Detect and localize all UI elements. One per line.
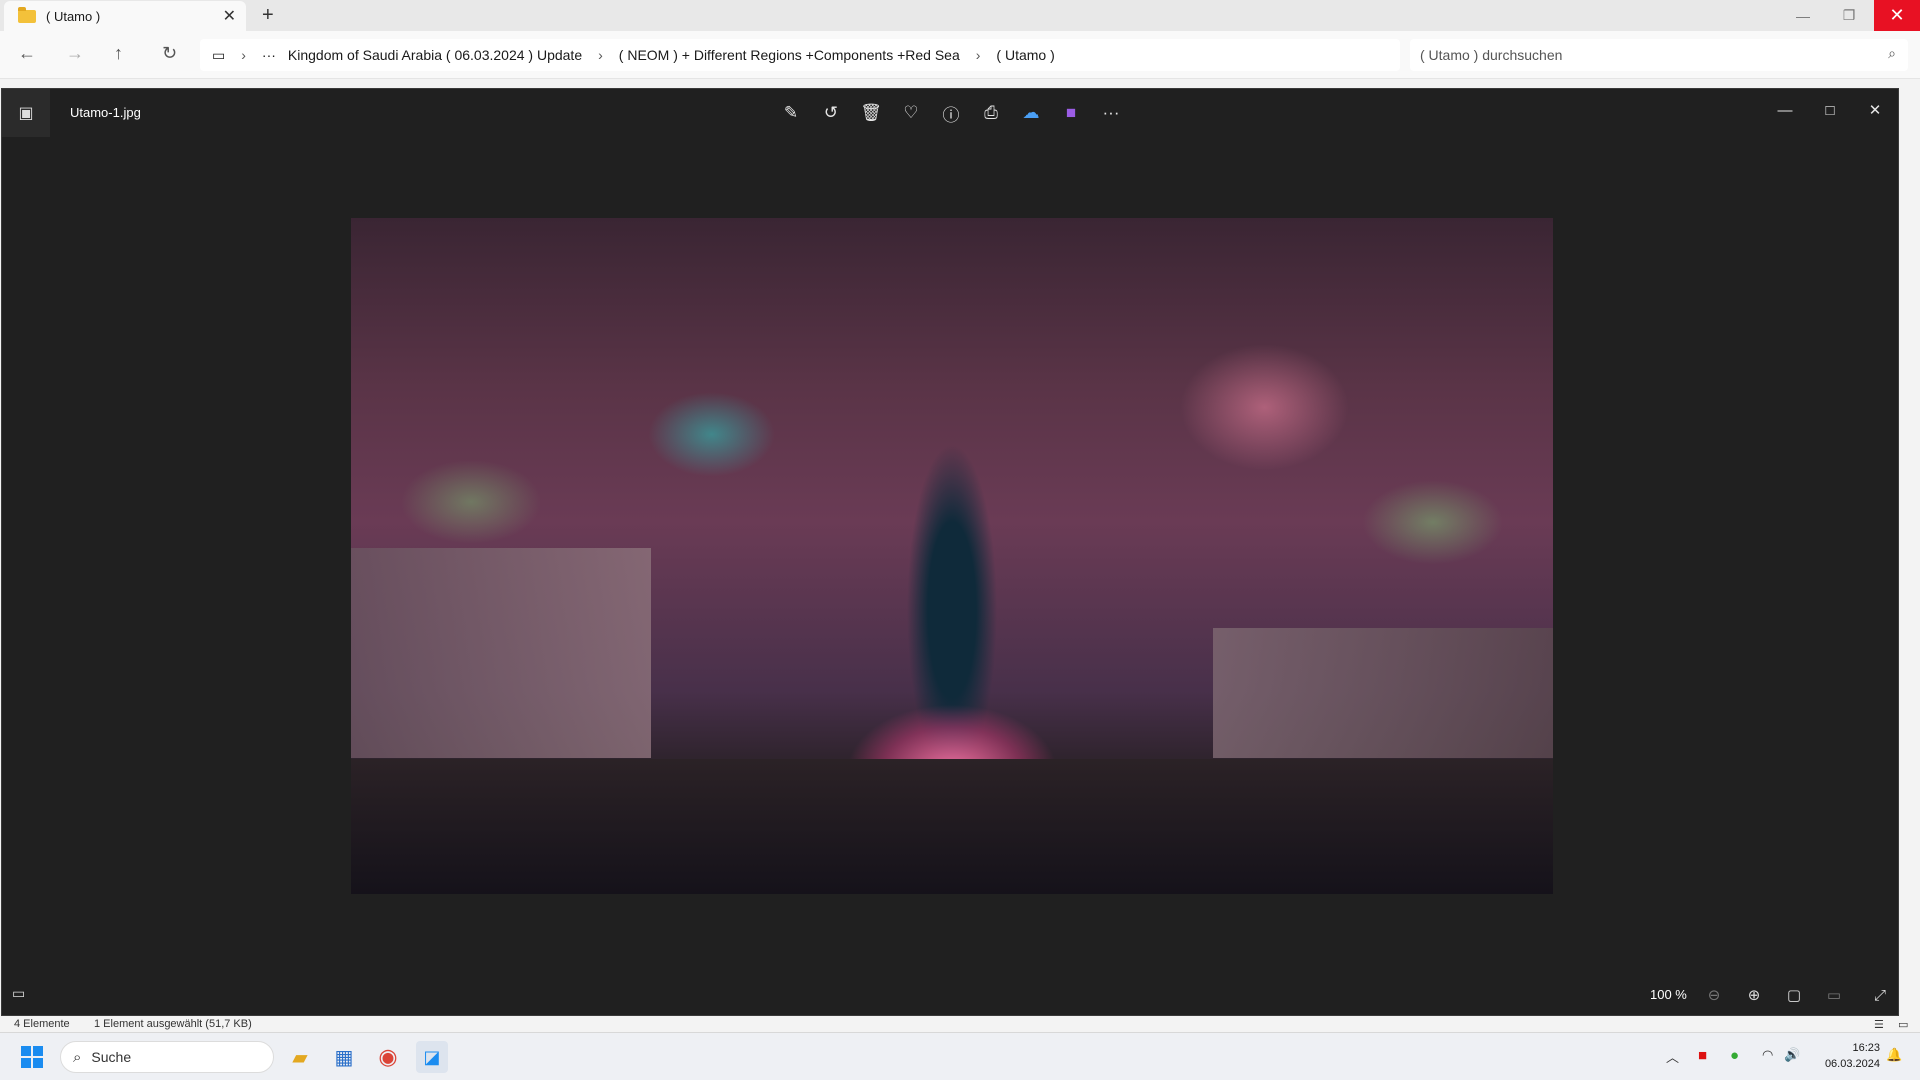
fullscreen-icon[interactable]: ⤢ <box>1868 983 1892 1007</box>
breadcrumb[interactable]: ▭ › ··· Kingdom of Saudi Arabia ( 06.03.… <box>200 39 1400 71</box>
file-explorer-icon[interactable]: ▰ <box>284 1041 316 1073</box>
address-bar: ← → ↑ ↻ ▭ › ··· Kingdom of Saudi Arabia … <box>0 31 1920 79</box>
search-icon: ⌕ <box>73 1048 82 1066</box>
search-placeholder: ( Utamo ) durchsuchen <box>1420 47 1563 63</box>
file-name: Utamo-1.jpg <box>70 105 141 120</box>
print-icon[interactable]: ⎙ <box>977 99 1005 127</box>
breadcrumb-item-2[interactable]: ( NEOM ) + Different Regions +Components… <box>613 47 966 63</box>
store-icon[interactable]: ▦ <box>328 1041 360 1073</box>
zoom-in-icon[interactable]: ⊕ <box>1742 983 1766 1007</box>
viewer-toolbar: ✎ ↺ 🗑 ♡ ⓘ ⎙ ☁ ■ ··· <box>777 99 1125 127</box>
close-tab-icon[interactable]: ✕ <box>223 6 236 26</box>
folder-search-input[interactable]: ( Utamo ) durchsuchen ⌕ <box>1410 39 1908 71</box>
new-tab-button[interactable]: + <box>262 4 274 27</box>
restore-button[interactable]: ❐ <box>1826 0 1872 31</box>
breadcrumb-item-3[interactable]: ( Utamo ) <box>990 47 1060 63</box>
edit-icon[interactable]: ✎ <box>777 99 805 127</box>
delete-icon[interactable]: 🗑 <box>857 99 885 127</box>
notification-icon[interactable]: 🔔 <box>1886 1047 1902 1063</box>
filmstrip-icon[interactable]: ▭ <box>12 985 25 1002</box>
photos-app-icon[interactable]: ▣ <box>2 89 50 137</box>
photo-image <box>351 218 1553 894</box>
zoom-out-icon[interactable]: ⊖ <box>1702 983 1726 1007</box>
taskbar-search[interactable]: ⌕ Suche <box>60 1041 274 1073</box>
start-button[interactable] <box>16 1041 48 1073</box>
pdf-app-icon[interactable]: ■ <box>1698 1047 1707 1064</box>
photo-right-building <box>1213 628 1553 758</box>
tab-title: ( Utamo ) <box>46 9 101 24</box>
explorer-tab-bar: ( Utamo ) ✕ + — ❐ ✕ <box>0 0 1920 32</box>
minimize-button[interactable]: — <box>1780 0 1826 31</box>
chrome-icon[interactable]: ◉ <box>372 1041 404 1073</box>
viewer-close-button[interactable]: ✕ <box>1855 95 1895 125</box>
tiles-view-icon[interactable]: ▭ <box>1898 1018 1908 1031</box>
viewer-minimize-button[interactable]: — <box>1765 95 1805 125</box>
status-item-count: 4 Elemente <box>14 1018 70 1030</box>
breadcrumb-item-1[interactable]: Kingdom of Saudi Arabia ( 06.03.2024 ) U… <box>282 47 588 63</box>
back-icon[interactable]: ← <box>18 43 36 64</box>
status-selection: 1 Element ausgewählt (51,7 KB) <box>94 1018 252 1030</box>
rotate-icon[interactable]: ↺ <box>817 99 845 127</box>
taskbar-search-label: Suche <box>91 1049 132 1065</box>
forward-icon[interactable]: → <box>66 43 84 64</box>
clock-date: 06.03.2024 <box>1824 1058 1880 1070</box>
explorer-status-bar: 4 Elemente 1 Element ausgewählt (51,7 KB… <box>0 1016 1920 1032</box>
clock[interactable]: 16:23 06.03.2024 <box>1810 1040 1880 1072</box>
breadcrumb-chevron-icon[interactable]: › <box>231 47 256 63</box>
actual-size-icon[interactable]: ▭ <box>1822 983 1846 1007</box>
viewer-maximize-button[interactable]: □ <box>1810 95 1850 125</box>
photo-crowd <box>351 759 1553 894</box>
more-icon[interactable]: ··· <box>1097 99 1125 127</box>
volume-icon[interactable]: 🔊 <box>1784 1047 1800 1063</box>
details-view-icon[interactable]: ☰ <box>1874 1018 1884 1031</box>
clipchamp-icon[interactable]: ■ <box>1057 99 1085 127</box>
photo-viewer-window: ▣ Utamo-1.jpg ✎ ↺ 🗑 ♡ ⓘ ⎙ ☁ ■ ··· — □ ✕ … <box>1 88 1899 1016</box>
folder-icon <box>18 7 36 23</box>
photos-icon[interactable]: ◪ <box>416 1041 448 1073</box>
security-icon[interactable]: ● <box>1730 1047 1739 1064</box>
taskbar: ⌕ Suche ▰ ▦ ◉ ◪ ︿ ■ ● ◠ 🔊 16:23 06.03.20… <box>0 1032 1920 1080</box>
breadcrumb-chevron-icon[interactable]: › <box>966 47 991 63</box>
close-window-button[interactable]: ✕ <box>1874 0 1920 31</box>
breadcrumb-chevron-icon[interactable]: › <box>588 47 613 63</box>
refresh-icon[interactable]: ↻ <box>162 43 177 64</box>
clock-time: 16:23 <box>1852 1042 1880 1054</box>
fit-to-window-icon[interactable]: ▢ <box>1782 983 1806 1007</box>
windows-icon <box>21 1046 43 1068</box>
info-icon[interactable]: ⓘ <box>937 99 965 127</box>
show-hidden-icons[interactable]: ︿ <box>1666 1047 1679 1066</box>
overflow-icon[interactable]: ··· <box>256 47 282 63</box>
photo-left-building <box>351 548 651 758</box>
viewer-footer: ▭ 100 % ⊖ ⊕ ▢ ▭ ⤢ <box>2 975 1898 1015</box>
zoom-level[interactable]: 100 % <box>1650 987 1687 1002</box>
explorer-tab[interactable]: ( Utamo ) ✕ <box>4 1 246 32</box>
onedrive-icon[interactable]: ☁ <box>1017 99 1045 127</box>
this-pc-icon[interactable]: ▭ <box>200 47 231 64</box>
viewer-titlebar: ▣ Utamo-1.jpg ✎ ↺ 🗑 ♡ ⓘ ⎙ ☁ ■ ··· — □ ✕ <box>2 89 1898 137</box>
wifi-icon[interactable]: ◠ <box>1762 1047 1773 1063</box>
favorite-icon[interactable]: ♡ <box>897 99 925 127</box>
search-icon: ⌕ <box>1888 45 1896 61</box>
up-icon[interactable]: ↑ <box>114 43 123 64</box>
